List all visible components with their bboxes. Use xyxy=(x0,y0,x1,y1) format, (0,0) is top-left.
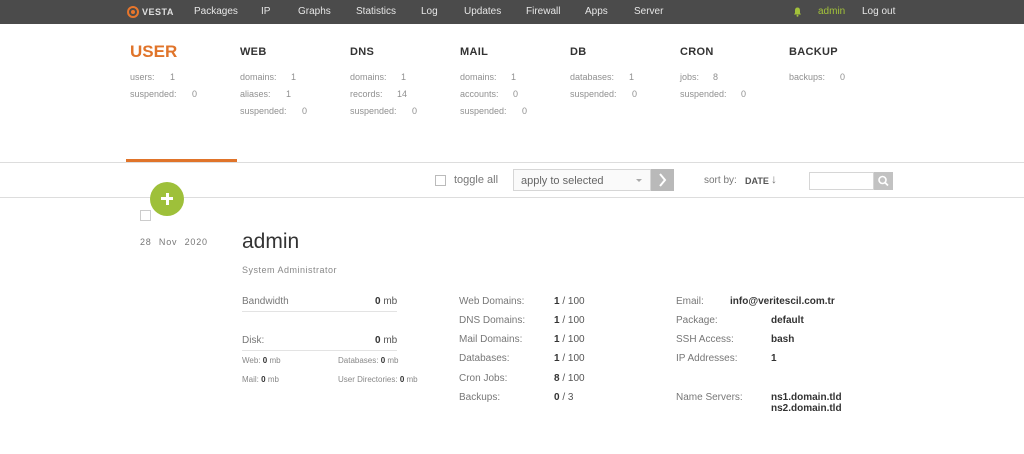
detail-label: IP Addresses: xyxy=(676,353,738,364)
detail-label: Email: xyxy=(676,296,704,307)
top-nav: VESTA Packages IP Graphs Statistics Log … xyxy=(0,0,1024,24)
stat-row: aliases: 1 xyxy=(240,89,292,99)
bandwidth-label: Bandwidth xyxy=(242,296,289,307)
nav-server[interactable]: Server xyxy=(634,0,663,24)
bulk-action-select[interactable]: apply to selected xyxy=(513,169,651,191)
disk-value: 0 mb xyxy=(375,335,398,346)
ip-addresses-value: 1 xyxy=(771,353,777,364)
stat-row: records: 14 xyxy=(350,89,408,99)
name-server-2: ns2.domain.tld xyxy=(771,403,842,414)
limit-value: 1 / 100 xyxy=(554,315,585,326)
sort-label: sort by: xyxy=(704,175,737,186)
limit-value: 8 / 100 xyxy=(554,373,585,384)
stat-user-title: USER xyxy=(130,42,178,61)
name-servers-label: Name Servers: xyxy=(676,392,743,403)
toggle-all-checkbox[interactable] xyxy=(435,175,446,186)
disk-bar xyxy=(242,350,397,351)
sort-direction-icon[interactable]: ↓ xyxy=(771,172,777,186)
vesta-logo[interactable]: VESTA xyxy=(127,5,174,19)
stat-mail-title: MAIL xyxy=(460,46,489,58)
stat-cron-title: CRON xyxy=(680,46,714,58)
stat-backup-title: BACKUP xyxy=(789,46,838,58)
disk-mail: Mail: 0 mb xyxy=(242,375,279,384)
stat-web-title: WEB xyxy=(240,46,267,58)
nav-user-admin[interactable]: admin xyxy=(818,0,845,24)
nav-apps[interactable]: Apps xyxy=(585,0,608,24)
stat-row: suspended: 0 xyxy=(350,106,418,116)
stat-row: domains: 1 xyxy=(240,72,297,82)
disk-user-directories: User Directories: 0 mb xyxy=(338,375,418,384)
stat-row: accounts: 0 xyxy=(460,89,519,99)
user-name[interactable]: admin xyxy=(242,230,299,254)
user-role: System Administrator xyxy=(242,265,338,275)
bulk-action-value: apply to selected xyxy=(521,175,604,187)
limit-label: DNS Domains: xyxy=(459,315,526,326)
row-checkbox[interactable] xyxy=(140,210,151,221)
nav-log[interactable]: Log xyxy=(421,0,438,24)
limit-label: Backups: xyxy=(459,392,501,403)
chevron-down-icon xyxy=(636,179,642,182)
stat-db-title: DB xyxy=(570,46,587,58)
limit-value: 1 / 100 xyxy=(554,296,585,307)
email-value: info@veritescil.com.tr xyxy=(730,296,835,307)
stat-row: backups: 0 xyxy=(789,72,846,82)
stat-row: users: 1 xyxy=(130,72,176,82)
limit-value: 1 / 100 xyxy=(554,334,585,345)
stat-row: suspended: 0 xyxy=(680,89,747,99)
limit-value: 1 / 100 xyxy=(554,353,585,364)
add-user-button[interactable] xyxy=(150,182,184,216)
disk-databases: Databases: 0 mb xyxy=(338,356,399,365)
toggle-all-label[interactable]: toggle all xyxy=(454,174,498,186)
vesta-logo-icon xyxy=(127,6,139,18)
package-value: default xyxy=(771,315,804,326)
stat-row: databases: 1 xyxy=(570,72,635,82)
search-icon xyxy=(878,175,889,187)
stat-row: suspended: 0 xyxy=(130,89,198,99)
stat-row: suspended: 0 xyxy=(240,106,308,116)
apply-button[interactable] xyxy=(651,169,674,191)
limit-value: 0 / 3 xyxy=(554,392,574,403)
logo-text: VESTA xyxy=(142,7,174,17)
limit-label: Cron Jobs: xyxy=(459,373,508,384)
search-input[interactable] xyxy=(809,172,874,190)
stats-panel: USER users: 1 suspended: 0 WEB domains: 1 a… xyxy=(0,24,1024,162)
limit-label: Mail Domains: xyxy=(459,334,523,345)
chevron-right-icon xyxy=(659,173,667,187)
bell-icon[interactable] xyxy=(793,7,802,17)
limit-label: Databases: xyxy=(459,353,510,364)
nav-updates[interactable]: Updates xyxy=(464,0,501,24)
detail-label: SSH Access: xyxy=(676,334,734,345)
name-server-1: ns1.domain.tld xyxy=(771,392,842,403)
stat-row: domains: 1 xyxy=(460,72,517,82)
nav-packages[interactable]: Packages xyxy=(194,0,238,24)
bandwidth-bar xyxy=(242,311,397,312)
stat-dns-title: DNS xyxy=(350,46,375,58)
row-date: 28 Nov 2020 xyxy=(140,237,208,247)
stat-row: jobs: 8 xyxy=(680,72,719,82)
disk-web: Web: 0 mb xyxy=(242,356,281,365)
limit-label: Web Domains: xyxy=(459,296,525,307)
ssh-access-value: bash xyxy=(771,334,795,345)
nav-statistics[interactable]: Statistics xyxy=(356,0,396,24)
nav-graphs[interactable]: Graphs xyxy=(298,0,331,24)
stat-row: suspended: 0 xyxy=(460,106,528,116)
stat-row: suspended: 0 xyxy=(570,89,638,99)
nav-firewall[interactable]: Firewall xyxy=(526,0,560,24)
logout-link[interactable]: Log out xyxy=(862,0,895,24)
sort-by-date[interactable]: DATE xyxy=(745,176,769,186)
stat-row: domains: 1 xyxy=(350,72,407,82)
bandwidth-value: 0 mb xyxy=(375,296,398,307)
disk-label: Disk: xyxy=(242,335,265,346)
nav-ip[interactable]: IP xyxy=(261,0,270,24)
detail-label: Package: xyxy=(676,315,718,326)
search-button[interactable] xyxy=(874,172,893,190)
